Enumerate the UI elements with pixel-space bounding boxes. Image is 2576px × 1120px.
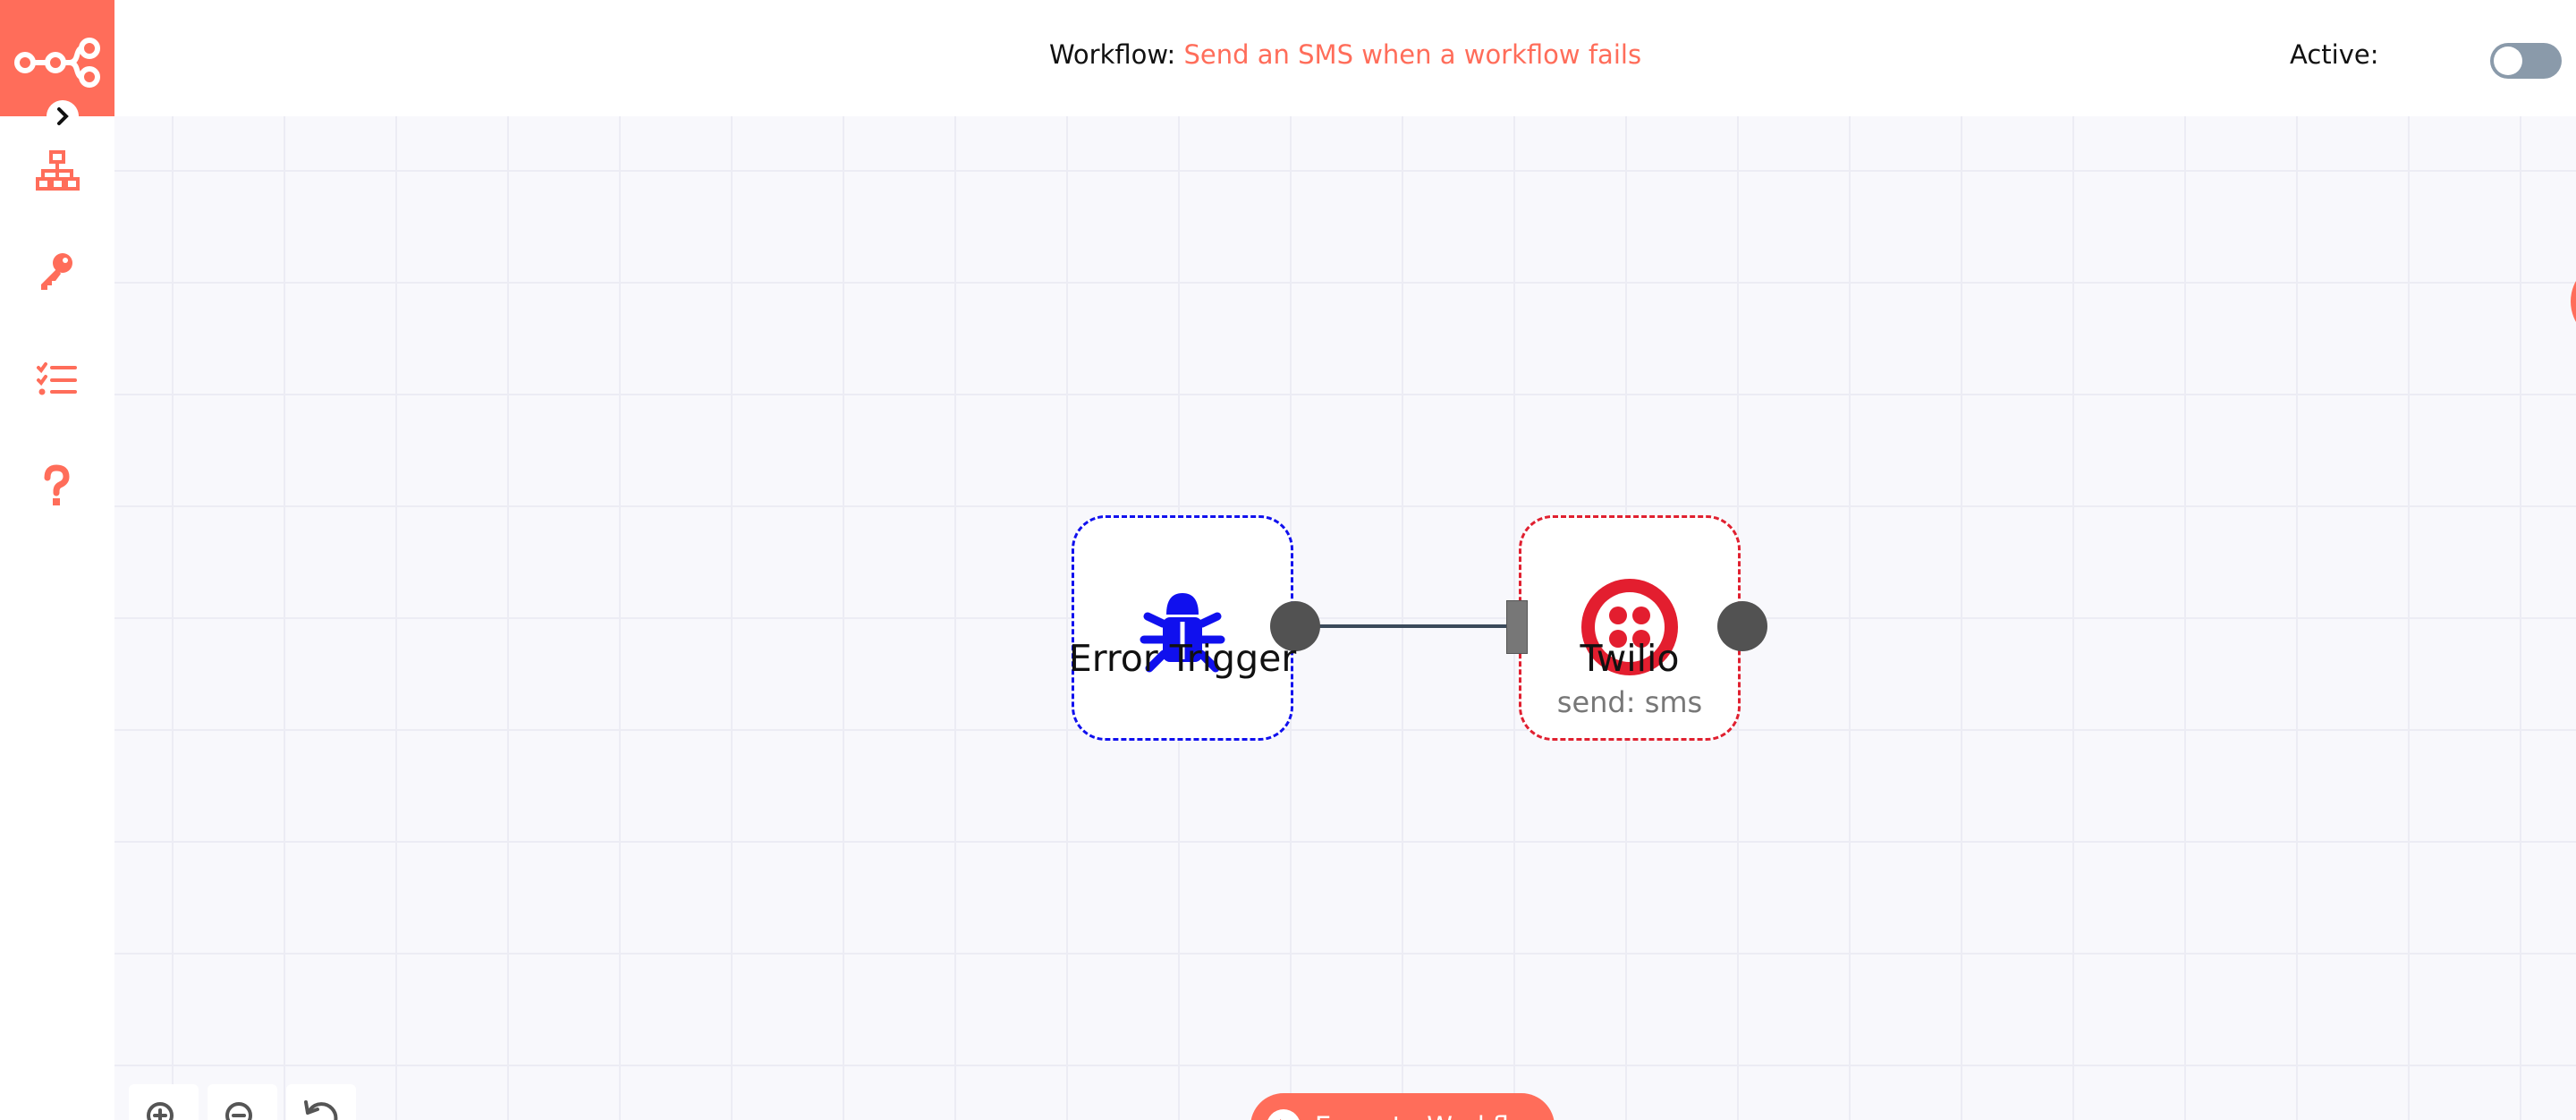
active-toggle[interactable] [2490,43,2562,79]
question-icon [44,464,70,505]
sidebar-item-workflows[interactable] [30,145,84,199]
zoom-out-icon [225,1102,252,1120]
plus-icon [2571,259,2576,344]
add-node-button[interactable] [2571,259,2576,344]
undo-icon [304,1100,338,1120]
zoom-in-icon [147,1102,174,1120]
bug-icon [1140,593,1225,673]
sidebar-item-credentials[interactable] [30,243,84,297]
node-error-trigger[interactable] [1072,515,1293,741]
active-label: Active: [2290,39,2379,70]
execute-workflow-label: Execute Workflow [1315,1111,1546,1120]
top-header: Workflow: Send an SMS when a workflow fa… [114,0,2576,116]
key-icon [41,253,72,290]
workflow-canvas[interactable]: Error Trigger Twilio send: sms [114,116,2576,1120]
execute-workflow-button[interactable]: Execute Workflow [1250,1093,1555,1120]
workflow-title: Workflow: Send an SMS when a workflow fa… [0,39,2576,70]
zoom-in-button[interactable] [129,1084,199,1120]
node-title: Twilio [1580,637,1680,680]
sidebar-item-help[interactable] [30,460,84,513]
zoom-out-button[interactable] [208,1084,277,1120]
sidebar-item-executions[interactable] [30,352,84,406]
network-icon [36,150,80,191]
connection-line[interactable] [1318,624,1506,628]
expand-sidebar-button[interactable] [47,100,79,132]
tasks-icon [37,362,77,395]
toggle-knob [2494,47,2522,75]
reset-zoom-button[interactable] [286,1084,356,1120]
play-icon [1267,1109,1301,1120]
workflow-label: Workflow: [1048,39,1176,70]
workflow-name[interactable]: Send an SMS when a workflow fails [1184,39,1642,70]
node-subtitle: send: sms [1556,685,1703,719]
chevron-right-icon [57,107,69,125]
node-title: Error Trigger [1068,637,1297,680]
sidebar [0,0,114,1120]
